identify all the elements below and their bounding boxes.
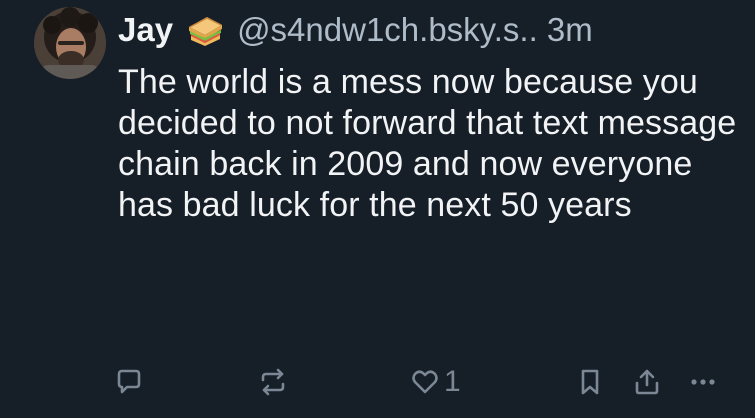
heart-icon: [410, 367, 440, 397]
bookmark-button[interactable]: [576, 360, 604, 404]
avatar[interactable]: [34, 7, 106, 79]
post-actions: 1: [0, 360, 755, 404]
share-button[interactable]: [632, 360, 662, 404]
bookmark-icon: [576, 367, 604, 397]
repost-button[interactable]: [257, 360, 289, 404]
separator: [538, 11, 547, 49]
post-timestamp[interactable]: 3m: [547, 11, 593, 49]
reply-button[interactable]: [114, 360, 144, 404]
repost-arrows-icon: [257, 367, 289, 397]
more-options-button[interactable]: [688, 360, 718, 404]
like-count: 1: [444, 365, 461, 398]
post: Jay @s4ndw1ch.bsky.s.. 3m The world is a…: [0, 0, 755, 418]
post-header: Jay @s4ndw1ch.bsky.s.. 3m: [118, 8, 593, 52]
share-icon: [632, 367, 662, 397]
post-text: The world is a mess now because you deci…: [118, 63, 737, 224]
speech-bubble-icon: [114, 367, 144, 397]
ellipsis-icon: [688, 367, 718, 397]
like-button[interactable]: 1: [410, 360, 461, 404]
author-name[interactable]: Jay: [118, 11, 173, 49]
author-handle[interactable]: @s4ndw1ch.bsky.s..: [237, 11, 538, 49]
sandwich-emoji-icon: [185, 13, 225, 47]
